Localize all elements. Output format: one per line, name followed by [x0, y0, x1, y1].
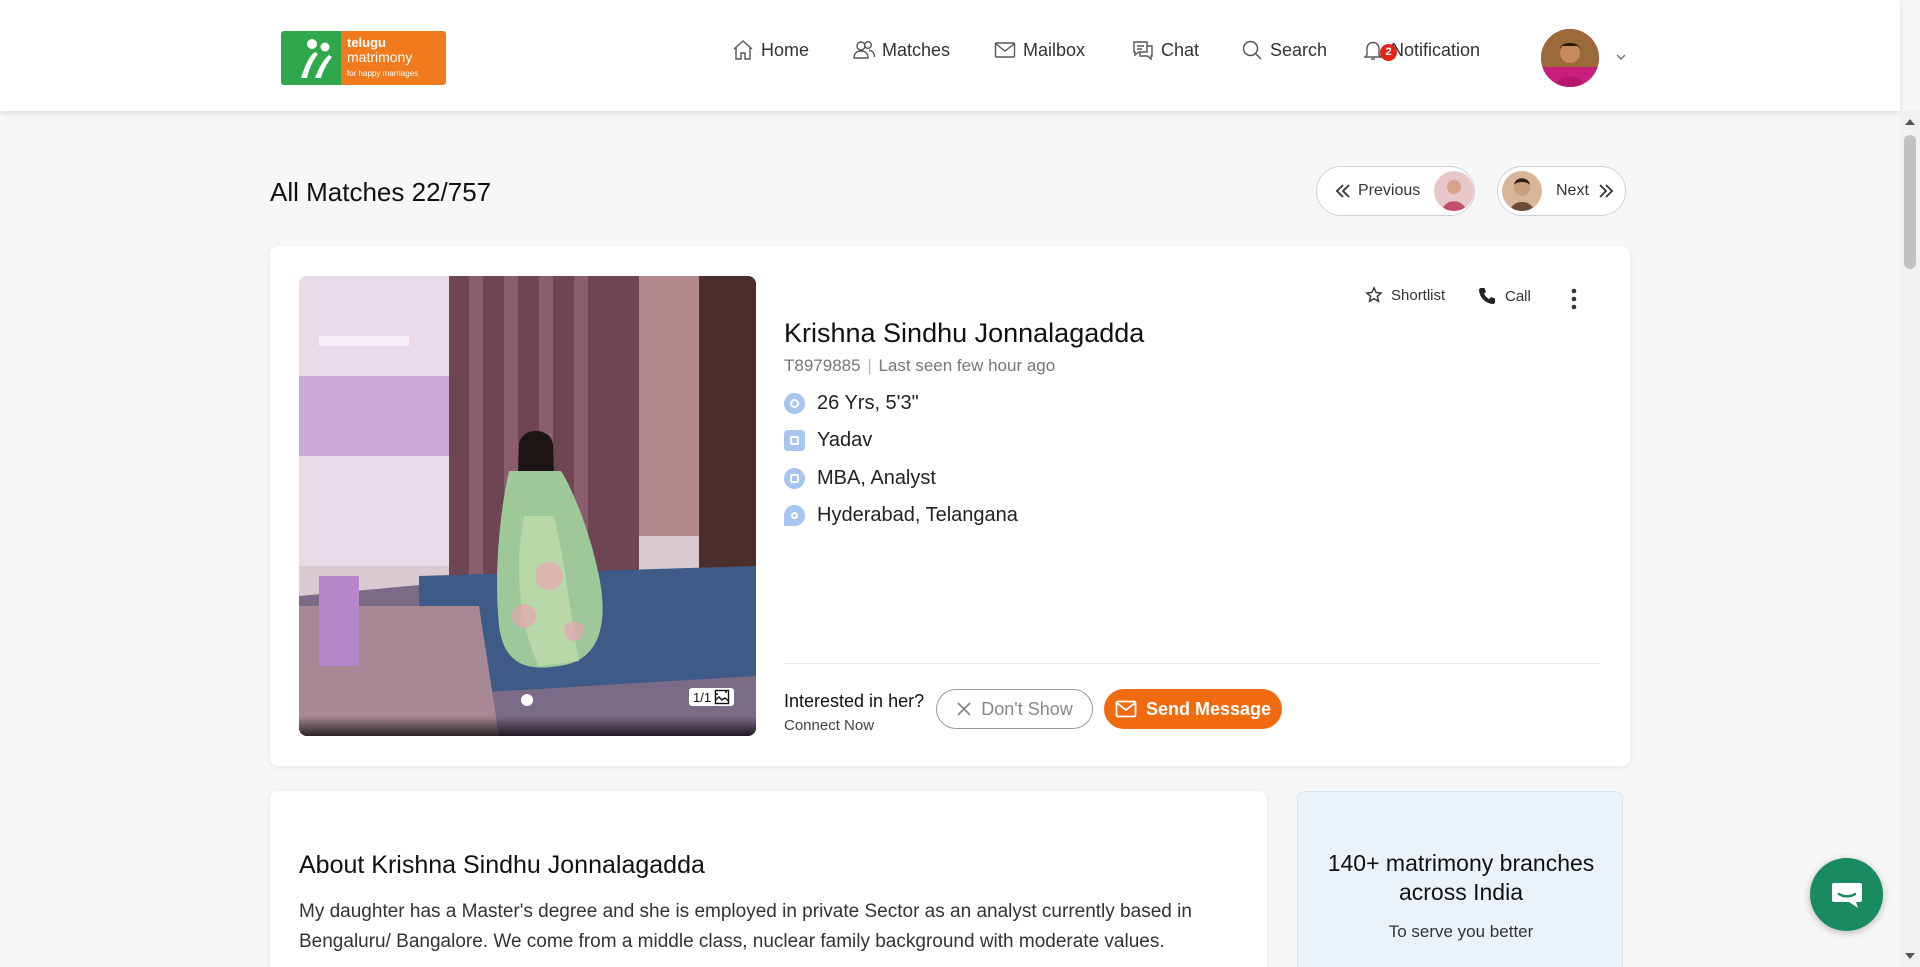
- star-icon: [1365, 286, 1383, 303]
- nav-chat[interactable]: Chat: [1131, 38, 1199, 62]
- shortlist-label: Shortlist: [1391, 286, 1446, 304]
- photo-gallery-icon: [714, 689, 730, 705]
- last-seen: Last seen few hour ago: [878, 356, 1056, 375]
- top-navigation-bar: telugu matrimony for happy marriages Hom…: [0, 0, 1900, 111]
- chat-icon: [1133, 41, 1153, 61]
- attribute-caste: Yadav: [784, 429, 872, 452]
- nav-mailbox-label: Mailbox: [1023, 39, 1086, 60]
- previous-profile-button[interactable]: Previous: [1316, 166, 1475, 216]
- location-pin-icon: [784, 505, 805, 526]
- logo-text-matrimony: matrimony: [347, 49, 413, 65]
- nav-mailbox[interactable]: Mailbox: [993, 38, 1085, 62]
- user-avatar[interactable]: [1541, 29, 1599, 87]
- nav-home[interactable]: Home: [731, 38, 809, 62]
- previous-label: Previous: [1358, 182, 1421, 199]
- search-icon: [1242, 40, 1262, 60]
- nav-matches[interactable]: Matches: [852, 38, 950, 62]
- send-message-button[interactable]: Send Message: [1104, 689, 1282, 729]
- chat-bubble-icon: [1831, 882, 1862, 908]
- matches-icon: [853, 41, 876, 59]
- scroll-down-arrow-icon[interactable]: [1905, 953, 1915, 959]
- logo-figures-icon: [301, 39, 332, 78]
- attribute-location: Hyderabad, Telangana: [784, 504, 1018, 527]
- card-divider: [784, 663, 1600, 664]
- attribute-age-height: 26 Yrs, 5'3": [784, 392, 919, 415]
- nav-matches-label: Matches: [882, 39, 951, 60]
- profile-name: Krishna Sindhu Jonnalagadda: [784, 318, 1145, 348]
- dont-show-button[interactable]: Don't Show: [936, 689, 1093, 729]
- home-icon: [733, 40, 753, 60]
- branches-headline: 140+ matrimony branches across India: [1327, 850, 1595, 905]
- mail-icon: [1115, 700, 1137, 718]
- avatar-photo: [1541, 29, 1599, 87]
- nav-chat-label: Chat: [1161, 39, 1200, 60]
- attribute-education: MBA, Analyst: [784, 467, 936, 490]
- profile-meta-separator: |: [867, 356, 872, 375]
- photo-carousel-dot[interactable]: [521, 694, 533, 706]
- next-profile-button[interactable]: Next: [1497, 166, 1626, 216]
- chat-support-button[interactable]: [1810, 858, 1883, 931]
- education-value: MBA, Analyst: [817, 467, 936, 489]
- logo-tagline: for happy marriages: [347, 69, 419, 78]
- profile-meta: T8979885 | Last seen few hour ago: [784, 356, 1055, 376]
- photo-counter-text: 1/1: [693, 689, 712, 705]
- call-button[interactable]: Call: [1477, 286, 1531, 306]
- branches-subline: To serve you better: [1388, 922, 1534, 941]
- about-text: My daughter has a Master's degree and sh…: [299, 901, 1192, 952]
- nav-search-label: Search: [1270, 39, 1328, 60]
- interest-subtext: Connect Now: [784, 717, 875, 734]
- photo-counter[interactable]: 1/1: [689, 688, 735, 706]
- chevron-down-icon[interactable]: [1614, 50, 1628, 64]
- branches-promo-card[interactable]: 140+ matrimony branches across India To …: [1297, 791, 1623, 967]
- previous-profile-thumbnail: [1434, 171, 1474, 211]
- next-label: Next: [1556, 182, 1589, 199]
- location-value: Hyderabad, Telangana: [817, 504, 1018, 526]
- dont-show-label: Don't Show: [981, 698, 1073, 719]
- interest-question: Interested in her?: [784, 691, 925, 711]
- nav-notification-label: Notification: [1391, 39, 1481, 60]
- phone-icon: [1479, 288, 1495, 304]
- profile-photo[interactable]: 1/1: [299, 276, 756, 736]
- send-message-label: Send Message: [1145, 698, 1272, 719]
- nav-search[interactable]: Search: [1240, 38, 1327, 62]
- about-section: About Krishna Sindhu Jonnalagadda My dau…: [270, 791, 1267, 967]
- close-icon: [957, 702, 971, 716]
- call-label: Call: [1505, 287, 1531, 305]
- shortlist-button[interactable]: Shortlist: [1365, 286, 1445, 304]
- caste-value: Yadav: [817, 429, 873, 451]
- telugu-matrimony-logo[interactable]: telugu matrimony for happy marriages: [281, 31, 446, 85]
- next-profile-thumbnail: [1502, 171, 1542, 211]
- profile-card: 1/1 Shortlist Call Krishna Sindhu Jonnal…: [270, 246, 1630, 766]
- notification-count-badge: 2: [1380, 44, 1397, 61]
- mailbox-icon: [994, 42, 1016, 58]
- nav-notification[interactable]: 2 Notification: [1361, 38, 1480, 62]
- profile-photo-image: [299, 276, 756, 736]
- profile-id: T8979885: [784, 356, 861, 375]
- nav-home-label: Home: [761, 39, 810, 60]
- age-height-value: 26 Yrs, 5'3": [817, 392, 919, 414]
- caste-icon: [784, 430, 805, 451]
- scroll-up-arrow-icon[interactable]: [1905, 119, 1915, 125]
- about-title: About Krishna Sindhu Jonnalagadda: [299, 851, 705, 879]
- age-icon: [784, 393, 805, 414]
- more-vertical-icon[interactable]: [1570, 288, 1578, 310]
- double-chevron-right-icon: [1599, 184, 1614, 198]
- page-scrollbar[interactable]: [1900, 111, 1920, 967]
- double-chevron-left-icon: [1335, 184, 1350, 198]
- education-icon: [784, 468, 805, 489]
- page-title: All Matches 22/757: [270, 177, 492, 207]
- logo-text-telugu: telugu: [347, 35, 386, 50]
- scrollbar-thumb[interactable]: [1904, 135, 1916, 269]
